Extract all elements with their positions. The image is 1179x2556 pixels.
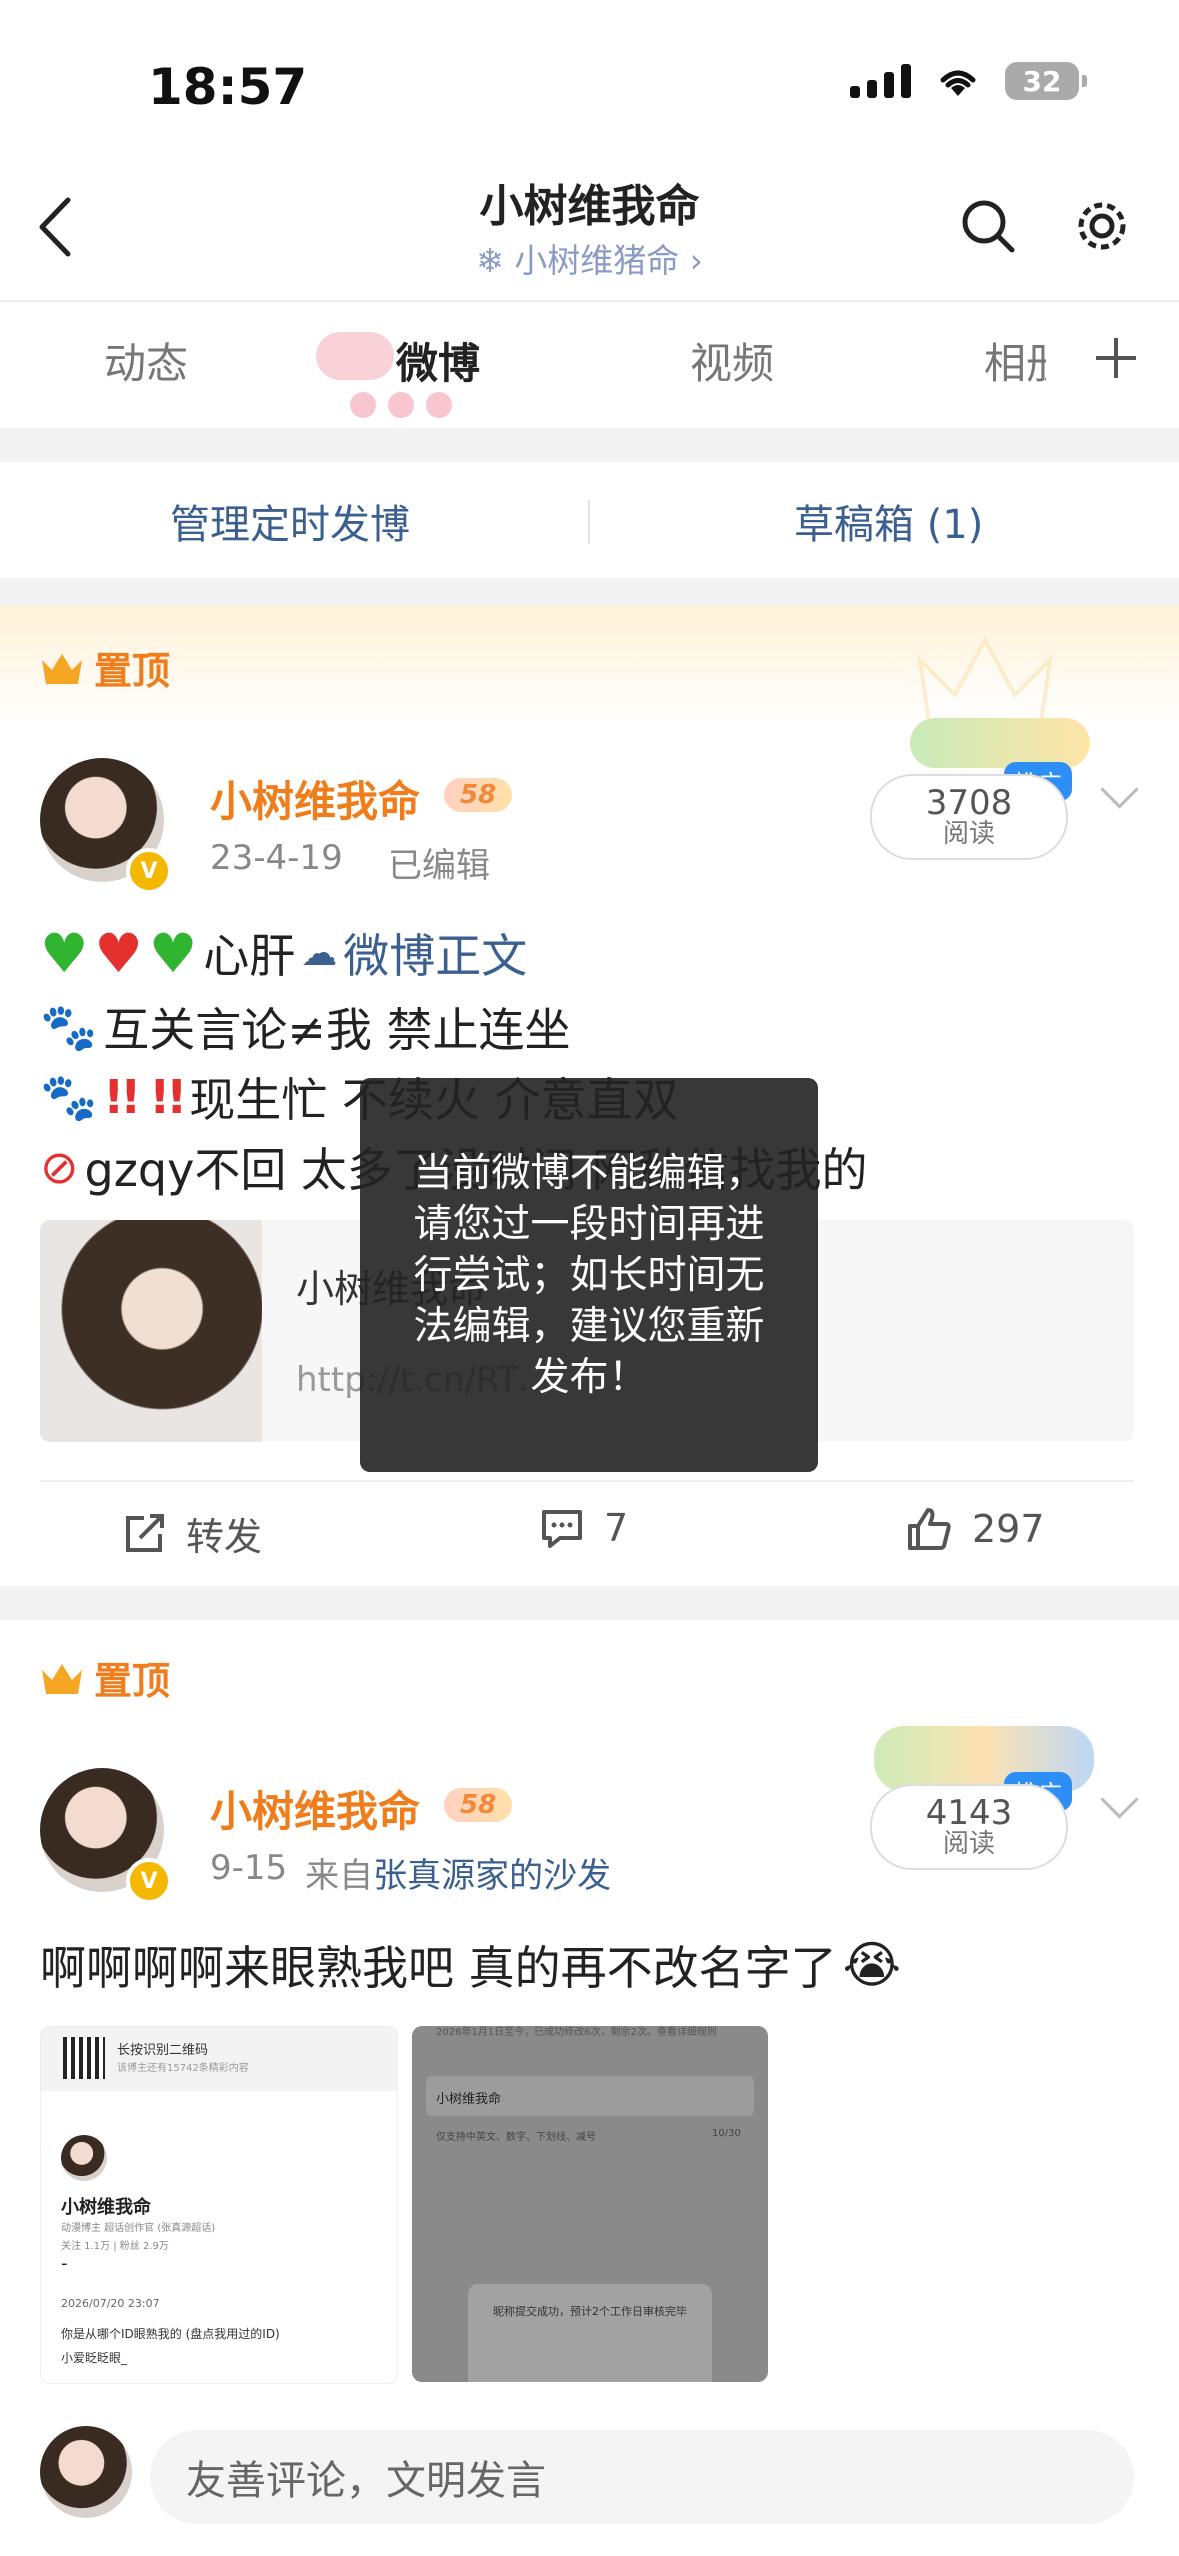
post-image-2[interactable]: 2026年1月1日至今，已成功修改6次，剩余2次。查看详细规则 小树维我命 仅支…: [412, 2026, 768, 2382]
exclamation-icon: !! !!: [103, 1070, 187, 1124]
chevron-down-icon[interactable]: [1100, 1780, 1139, 1819]
crown-icon: [42, 653, 82, 684]
dash-text: -: [61, 2253, 68, 2274]
source-link[interactable]: 张真源家的沙发: [373, 1848, 611, 1897]
divider-band: [0, 578, 1179, 606]
battery-icon: 32: [1005, 62, 1087, 100]
manage-scheduled-button[interactable]: 管理定时发博: [170, 492, 410, 550]
img-question: 你是从哪个ID眼熟我的 (盘点我用过的ID): [61, 2327, 280, 2341]
img2-top-text: 2026年1月1日至今，已成功修改6次，剩余2次。查看详细规则: [436, 2027, 717, 2038]
level-badge: 58: [444, 1788, 513, 1822]
chevron-down-icon[interactable]: [1100, 770, 1139, 809]
avatar: [61, 2135, 107, 2181]
profile-stats: 关注 1.1万 | 粉丝 2.9万: [61, 2241, 169, 2252]
drafts-button[interactable]: 草稿箱 (1): [794, 492, 983, 550]
profile-name: 小树维我命: [61, 2197, 151, 2218]
comment-placeholder: 友善评论，文明发言: [186, 2458, 546, 2504]
pinned-label: 置顶: [40, 640, 170, 695]
fan-decoration: [910, 718, 1090, 768]
status-time: 18:57: [148, 58, 308, 116]
crown-icon: [42, 1663, 82, 1694]
search-icon[interactable]: [960, 198, 1016, 254]
verified-badge-icon: V: [126, 848, 172, 894]
card-thumbnail: [40, 1220, 262, 1442]
paw-icon: 🐾: [40, 999, 98, 1054]
username[interactable]: 小树维我命: [210, 1778, 420, 1839]
read-count: 4143: [925, 1792, 1013, 1833]
comment-count: 7: [604, 1506, 629, 1550]
cellular-signal-icon: [850, 64, 911, 98]
pinned-text: 置顶: [94, 1659, 171, 1703]
repost-button[interactable]: 转发: [122, 1506, 262, 1561]
img-answer: 小爱眨眨眼_: [61, 2351, 128, 2365]
green-heart-icon: ♥: [148, 921, 198, 985]
green-heart-icon: ♥: [40, 921, 89, 985]
qr-subtitle: 该博主还有15742条精彩内容: [117, 2063, 249, 2074]
prohibited-icon: ⊘: [40, 1140, 79, 1194]
toast-text: 当前微博不能编辑，请您过一段时间再进行尝试；如长时间无法编辑，建议您重新发布！: [413, 1150, 765, 1400]
gear-icon[interactable]: [1074, 198, 1130, 254]
tab-video[interactable]: 视频: [690, 330, 774, 391]
read-count-pill: 3708 阅读: [870, 774, 1068, 860]
thumbs-up-icon: [908, 1508, 951, 1550]
level-badge: 58: [444, 778, 513, 812]
comment-input[interactable]: 友善评论，文明发言: [150, 2430, 1134, 2524]
paw-icon: 🐾: [40, 1069, 98, 1124]
nickname-count: 10/30: [712, 2128, 741, 2139]
pinned-label: 置顶: [40, 1650, 170, 1705]
post-date: 9-15: [210, 1848, 288, 1888]
username[interactable]: 小树维我命: [210, 768, 420, 829]
tab-weibo[interactable]: 微博: [396, 330, 480, 391]
source-prefix: 来自: [305, 1856, 374, 1896]
divider-band: [0, 428, 1179, 462]
post-text: 互关言论≠我 禁止连坐: [103, 1003, 571, 1057]
nickname-value: 小树维我命: [436, 2092, 502, 2107]
wifi-icon: [940, 70, 976, 96]
post-text: 啊啊啊啊来眼熟我吧 真的再不改名字了: [40, 1941, 837, 1995]
like-button[interactable]: 297: [906, 1506, 1045, 1552]
edited-label: 已编辑: [388, 846, 490, 886]
pinned-text: 置顶: [94, 649, 171, 693]
repost-icon: [126, 1513, 164, 1552]
img-date: 2026/07/20 23:07: [61, 2297, 160, 2310]
comment-button[interactable]: 7: [540, 1506, 628, 1550]
like-count: 297: [972, 1507, 1045, 1551]
success-dialog: 昵称提交成功，预计2个工作日审核完毕: [468, 2284, 712, 2382]
post-image-1[interactable]: 长按识别二维码 该博主还有15742条精彩内容 小树维我命 动漫博主 超话创作官…: [40, 2026, 398, 2384]
nickname-hint: 仅支持中英文、数字、下划线、减号: [436, 2132, 596, 2143]
crying-face-icon: 😭: [842, 1936, 902, 1994]
divider: [40, 1480, 1134, 1482]
cloud-icon: ☁: [301, 932, 338, 974]
tab-album[interactable]: 相册: [984, 330, 1046, 391]
my-avatar: [40, 2426, 132, 2518]
read-label: 阅读: [942, 1829, 995, 1860]
qr-code-icon: [63, 2037, 105, 2079]
read-count-pill: 4143 阅读: [870, 1784, 1068, 1870]
verified-badge-icon: V: [126, 1858, 172, 1904]
pig-emoji-icon: [316, 332, 394, 380]
post-meta: 9-15 来自 张真源家的沙发: [210, 1848, 611, 1897]
tab-feed[interactable]: 动态: [104, 330, 188, 391]
comment-icon: [542, 1510, 582, 1548]
divider: [588, 500, 590, 544]
qr-title: 长按识别二维码: [117, 2043, 209, 2058]
red-heart-icon: ♥: [94, 921, 143, 985]
toast-message: 当前微博不能编辑，请您过一段时间再进行尝试；如长时间无法编辑，建议您重新发布！: [360, 1078, 818, 1472]
read-count: 3708: [925, 782, 1013, 823]
status-icons: 32: [850, 62, 1087, 100]
divider-band: [0, 1586, 1179, 1620]
post-text: 心肝: [203, 929, 296, 983]
post-date: 23-4-19: [210, 838, 343, 878]
read-label: 阅读: [942, 819, 995, 850]
plus-icon[interactable]: [1094, 336, 1138, 380]
repost-label: 转发: [186, 1515, 263, 1559]
dialog-text: 昵称提交成功，预计2个工作日审核完毕: [493, 2305, 687, 2318]
profile-desc: 动漫博主 超话创作官 (张真源超话): [61, 2223, 216, 2234]
weibo-body-link[interactable]: 微博正文: [343, 920, 527, 986]
tab-indicator: [350, 392, 452, 418]
